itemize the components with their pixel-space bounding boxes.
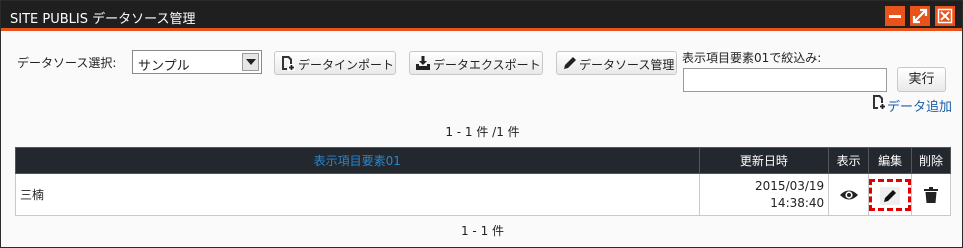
minimize-icon <box>889 15 901 18</box>
row-view-cell <box>828 173 870 216</box>
execute-button[interactable]: 実行 <box>897 67 946 92</box>
data-export-label: データエクスポート <box>433 58 541 72</box>
table-row: 三楠 2015/03/19 14:38:40 <box>15 173 951 216</box>
trash-icon[interactable] <box>924 186 939 203</box>
header-delete: 削除 <box>911 147 951 174</box>
data-import-button[interactable]: データインポート <box>274 51 396 75</box>
header-view: 表示 <box>828 147 870 174</box>
pager-top: 1 - 1 件 /1 件 <box>445 125 520 139</box>
table-header-row: 表示項目要素01 更新日時 表示 編集 削除 <box>15 147 951 174</box>
maximize-button[interactable] <box>910 6 930 26</box>
window-title: SITE PUBLIS データソース管理 <box>10 12 196 27</box>
dropdown-arrow-button[interactable] <box>242 53 259 71</box>
chevron-down-icon <box>246 59 256 65</box>
filter-input[interactable] <box>683 68 887 92</box>
close-icon <box>937 8 953 24</box>
data-import-label: データインポート <box>298 58 395 72</box>
datasource-select[interactable]: サンプル <box>132 50 262 74</box>
row-delete-cell <box>911 173 951 216</box>
row-updated-time: 14:38:40 <box>770 195 825 210</box>
datasource-manage-label: データソース管理 <box>579 58 675 72</box>
row-edit-cell <box>868 173 913 216</box>
row-updated-cell: 2015/03/19 14:38:40 <box>698 173 830 216</box>
data-export-button[interactable]: データエクスポート <box>409 51 543 75</box>
header-element-01[interactable]: 表示項目要素01 <box>15 147 700 174</box>
datasource-window: SITE PUBLIS データソース管理 データソース選択: サンプル データイ… <box>0 0 963 248</box>
edit-button-highlighted[interactable] <box>869 178 912 211</box>
pager-bottom: 1 - 1 件 <box>460 224 505 238</box>
file-add-icon <box>282 56 295 71</box>
add-data-label: データ追加 <box>887 100 953 115</box>
eye-icon[interactable] <box>839 188 859 202</box>
row-element-value: 三楠 <box>15 173 700 216</box>
filter-label: 表示項目要素01で絞込み: <box>682 51 822 65</box>
minimize-button[interactable] <box>885 6 905 26</box>
data-table: 表示項目要素01 更新日時 表示 編集 削除 三楠 2015/03/19 14:… <box>15 147 951 216</box>
datasource-manage-button[interactable]: データソース管理 <box>556 51 677 75</box>
pencil-icon <box>564 57 576 69</box>
download-tray-icon <box>416 56 430 70</box>
datasource-selected-value: サンプル <box>138 59 190 74</box>
row-updated-date: 2015/03/19 <box>755 178 825 193</box>
header-edit: 編集 <box>868 147 913 174</box>
pencil-icon <box>884 189 897 202</box>
close-button[interactable] <box>935 6 955 26</box>
edit-button[interactable] <box>880 186 901 205</box>
maximize-icon <box>912 8 928 24</box>
datasource-label: データソース選択: <box>17 56 117 70</box>
file-add-icon <box>873 95 886 110</box>
title-bar: SITE PUBLIS データソース管理 <box>1 1 962 31</box>
header-updated: 更新日時 <box>698 147 830 174</box>
